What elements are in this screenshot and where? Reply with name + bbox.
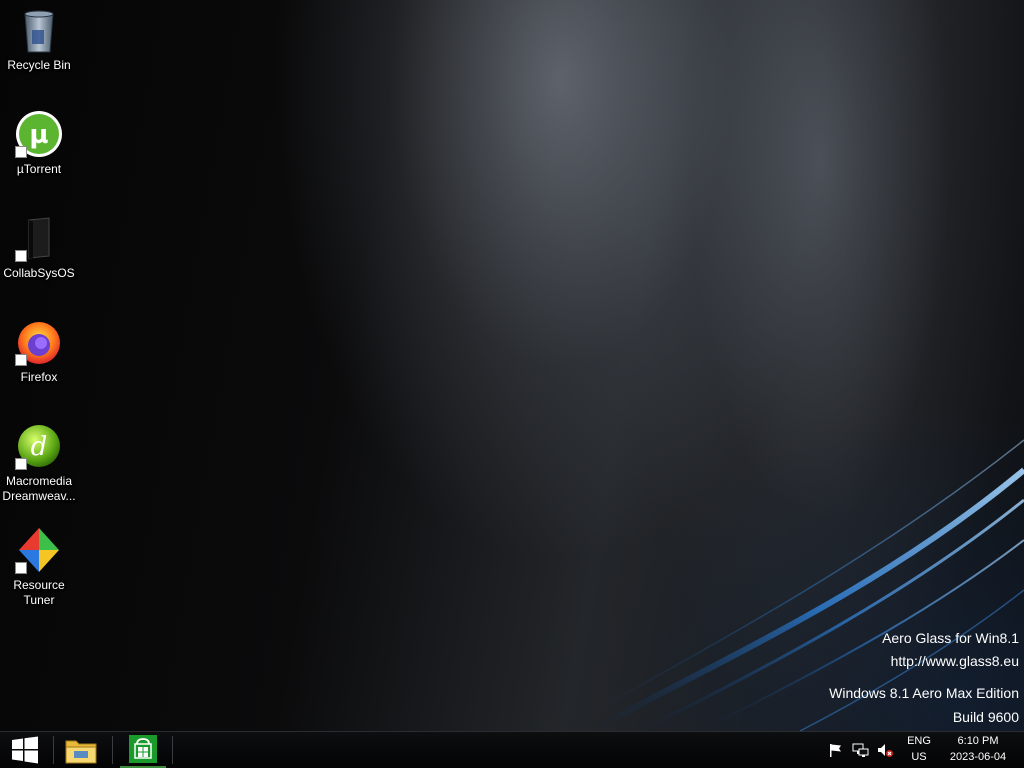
- keyboard-layout: US: [911, 751, 927, 763]
- desktop-icon-utorrent[interactable]: µ µTorrent: [0, 110, 78, 177]
- svg-text:µ: µ: [29, 120, 48, 150]
- watermark-line-4: Build 9600: [952, 709, 1019, 725]
- file-explorer-icon: [65, 740, 97, 764]
- dreamweaver-icon: d: [15, 422, 63, 470]
- network-icon[interactable]: [850, 732, 872, 768]
- desktop-icon-recycle-bin[interactable]: Recycle Bin: [0, 6, 78, 73]
- volume-muted-icon[interactable]: [874, 732, 896, 768]
- shortcut-arrow-icon: [15, 562, 27, 574]
- start-button[interactable]: [0, 732, 50, 768]
- desktop-icon-collabsysos[interactable]: CollabSysOS: [0, 214, 78, 281]
- shortcut-arrow-icon: [15, 458, 27, 470]
- shortcut-arrow-icon: [15, 146, 27, 158]
- clock[interactable]: 6:10 PM 2023-06-04: [940, 732, 1016, 768]
- store-icon: [129, 735, 157, 763]
- action-center-flag-icon[interactable]: [826, 732, 846, 768]
- shortcut-arrow-icon: [15, 250, 27, 262]
- desktop-icon-label: Resource Tuner: [13, 578, 65, 607]
- desktop-icon-label: Firefox: [20, 370, 58, 384]
- desktop-icon-dreamweaver[interactable]: d Macromedia Dreamweav...: [0, 422, 78, 504]
- taskbar-separator: [53, 736, 54, 764]
- firefox-icon: [15, 318, 63, 366]
- desktop-icon-label: µTorrent: [16, 162, 62, 176]
- desktop-icon-resource-tuner[interactable]: Resource Tuner: [0, 526, 78, 608]
- clock-time: 6:10 PM: [957, 735, 999, 747]
- utorrent-icon: µ: [15, 110, 63, 158]
- collabsysos-icon: [15, 214, 63, 262]
- store-button[interactable]: [120, 732, 166, 768]
- taskbar: ENG US 6:10 PM 2023-06-04: [0, 731, 1024, 768]
- desktop-icon-label: CollabSysOS: [3, 266, 75, 280]
- taskbar-separator: [112, 736, 113, 764]
- shortcut-arrow-icon: [15, 354, 27, 366]
- watermark-line-3: Windows 8.1 Aero Max Edition: [829, 685, 1019, 701]
- recycle-bin-icon: [15, 6, 63, 54]
- windows-logo-icon: [12, 736, 38, 764]
- svg-text:d: d: [31, 432, 48, 462]
- resource-tuner-icon: [15, 526, 63, 574]
- taskbar-separator: [172, 736, 173, 764]
- desktop-icon-label: Macromedia Dreamweav...: [2, 474, 76, 503]
- file-explorer-button[interactable]: [58, 732, 104, 768]
- clock-date: 2023-06-04: [949, 751, 1007, 763]
- language-code: ENG: [907, 735, 931, 747]
- desktop-icon-firefox[interactable]: Firefox: [0, 318, 78, 385]
- desktop[interactable]: Recycle Bin µ µTorrent CollabSysOS Firef…: [0, 0, 1024, 731]
- desktop-icon-label: Recycle Bin: [7, 58, 71, 72]
- language-indicator[interactable]: ENG US: [900, 732, 938, 768]
- watermark-line-1: Aero Glass for Win8.1: [882, 630, 1019, 646]
- watermark-line-2: http://www.glass8.eu: [890, 653, 1019, 669]
- wallpaper-swoosh: [559, 439, 1024, 731]
